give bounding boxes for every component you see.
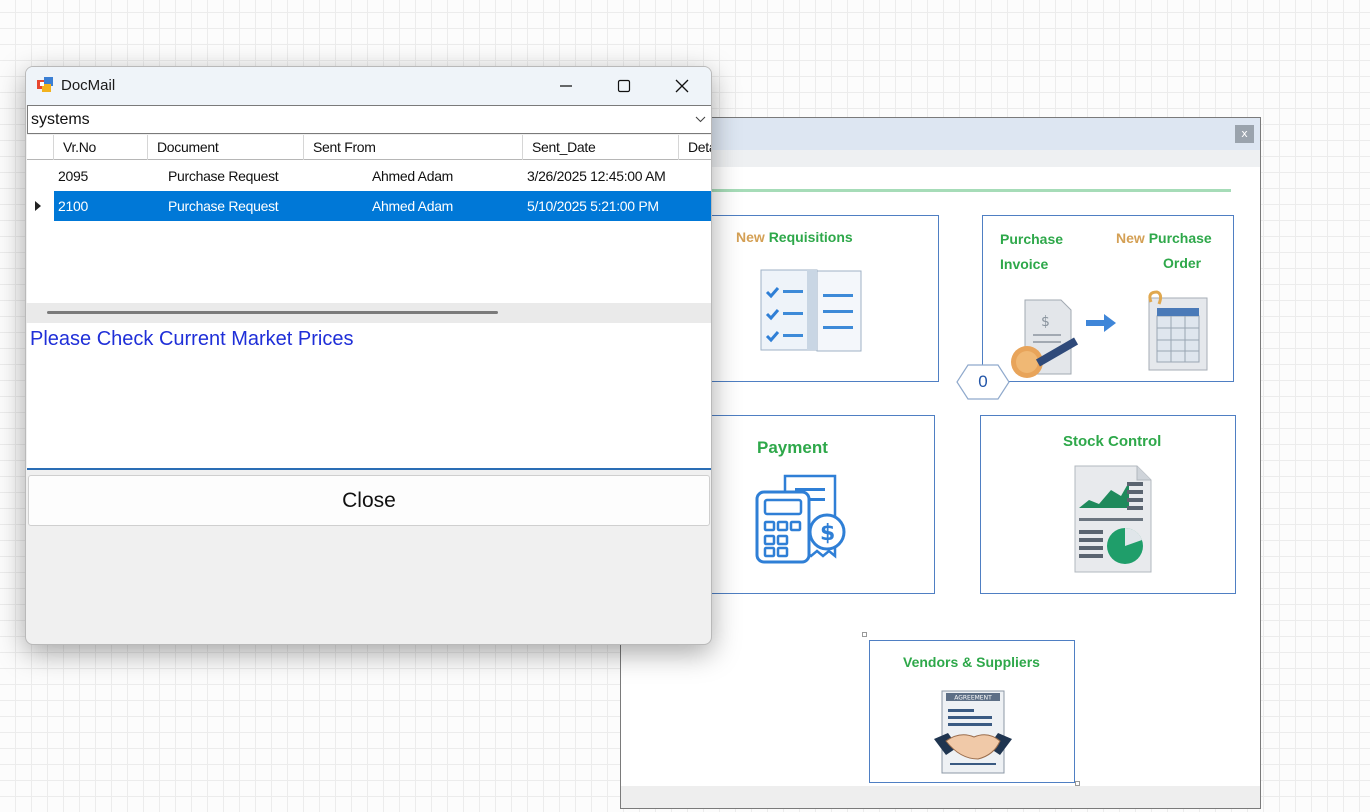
new-purchase-order-line1[interactable]: New Purchase bbox=[1116, 230, 1212, 246]
titlebar: DocMail bbox=[26, 67, 711, 105]
menu-status-strip bbox=[621, 786, 1260, 808]
cell-vr-no[interactable]: 2095 bbox=[58, 161, 88, 191]
close-button[interactable]: Close bbox=[28, 475, 710, 526]
menu-titlebar: x bbox=[621, 118, 1260, 150]
table-row-selected[interactable]: 2100 Purchase Request Ahmed Adam 5/10/20… bbox=[27, 191, 711, 221]
close-icon bbox=[675, 79, 689, 93]
purchase-invoice-line1[interactable]: Purchase bbox=[1000, 231, 1063, 247]
purchase-invoice-line2[interactable]: Invoice bbox=[1000, 256, 1048, 272]
row-header-corner[interactable] bbox=[27, 135, 54, 160]
purchase-word: Purchase bbox=[1148, 230, 1212, 246]
menu-toolbar-strip bbox=[621, 150, 1260, 167]
window-title: DocMail bbox=[61, 77, 116, 94]
chevron-down-icon[interactable] bbox=[695, 116, 706, 123]
resize-handle[interactable] bbox=[862, 632, 867, 637]
cell-document[interactable]: Purchase Request bbox=[168, 191, 279, 221]
vendors-suppliers-label: Vendors & Suppliers bbox=[903, 654, 1040, 670]
close-window-button[interactable] bbox=[653, 67, 711, 105]
column-header-vr-no[interactable]: Vr.No bbox=[54, 135, 148, 160]
new-prefix: New bbox=[736, 229, 765, 245]
new-prefix: New bbox=[1116, 230, 1145, 246]
column-header-details[interactable]: Deta bbox=[679, 135, 711, 160]
new-purchase-order-line2[interactable]: Order bbox=[1163, 255, 1201, 271]
maximize-icon bbox=[617, 79, 631, 93]
checklist-documents-icon bbox=[760, 269, 862, 352]
cell-vr-no[interactable]: 2100 bbox=[58, 191, 88, 221]
cell-sent-from[interactable]: Ahmed Adam bbox=[372, 161, 453, 191]
resize-handle[interactable] bbox=[1075, 781, 1080, 786]
app-icon bbox=[37, 77, 53, 92]
column-header-sent-date[interactable]: Sent_Date bbox=[523, 135, 679, 160]
scrollbar-thumb[interactable] bbox=[47, 311, 498, 314]
menu-close-button[interactable]: x bbox=[1235, 125, 1254, 143]
tile-vendors-suppliers[interactable]: Vendors & Suppliers AGREEMENT bbox=[869, 640, 1075, 783]
docmail-dialog: DocMail systems Vr.No Document Sent From… bbox=[25, 66, 712, 645]
row-header[interactable] bbox=[27, 161, 54, 191]
cell-sent-from[interactable]: Ahmed Adam bbox=[372, 191, 453, 221]
arrow-right-icon bbox=[1086, 314, 1116, 332]
requisitions-word: Requisitions bbox=[768, 229, 853, 245]
grid-header: Vr.No Document Sent From Sent_Date Deta bbox=[27, 135, 711, 160]
row-header[interactable] bbox=[27, 191, 54, 221]
svg-text:$: $ bbox=[1041, 314, 1050, 330]
menu-divider bbox=[701, 189, 1231, 192]
cell-sent-date[interactable]: 5/10/2025 5:21:00 PM bbox=[527, 191, 659, 221]
tile-payment[interactable]: Payment $ bbox=[700, 415, 935, 594]
agreement-text: AGREEMENT bbox=[954, 695, 992, 702]
combobox-value: systems bbox=[31, 111, 90, 128]
current-row-arrow-icon bbox=[35, 201, 41, 211]
tile-purchase[interactable]: Purchase Invoice New Purchase Order $ bbox=[982, 215, 1234, 382]
order-sheet-icon bbox=[1148, 290, 1208, 371]
report-chart-icon bbox=[1074, 465, 1152, 573]
tile-stock-control[interactable]: Stock Control bbox=[980, 415, 1236, 594]
cell-document[interactable]: Purchase Request bbox=[168, 161, 279, 191]
calculator-receipt-icon: $ bbox=[755, 474, 846, 564]
column-header-sent-from[interactable]: Sent From bbox=[304, 135, 523, 160]
cell-sent-date[interactable]: 3/26/2025 12:45:00 AM bbox=[527, 161, 666, 191]
counter-badge[interactable]: 0 bbox=[956, 364, 1010, 400]
maximize-button[interactable] bbox=[595, 67, 653, 105]
handshake-agreement-icon: AGREEMENT bbox=[934, 690, 1012, 774]
tile-new-requisitions-label: New Requisitions bbox=[736, 229, 853, 245]
minimize-icon bbox=[560, 85, 572, 87]
message-text: Please Check Current Market Prices bbox=[30, 328, 354, 350]
stock-control-label: Stock Control bbox=[1063, 433, 1162, 450]
table-row[interactable]: 2095 Purchase Request Ahmed Adam 3/26/20… bbox=[27, 161, 711, 191]
horizontal-scrollbar[interactable] bbox=[26, 303, 711, 323]
invoice-payment-icon: $ bbox=[1011, 299, 1079, 378]
payment-label: Payment bbox=[757, 438, 828, 457]
minimize-button[interactable] bbox=[537, 67, 595, 105]
counter-value: 0 bbox=[978, 372, 988, 391]
message-textbox[interactable]: Please Check Current Market Prices bbox=[27, 324, 711, 470]
column-header-document[interactable]: Document bbox=[148, 135, 304, 160]
svg-text:$: $ bbox=[820, 521, 835, 546]
tile-new-requisitions[interactable]: New Requisitions bbox=[700, 215, 939, 382]
category-combobox[interactable]: systems bbox=[27, 105, 711, 134]
